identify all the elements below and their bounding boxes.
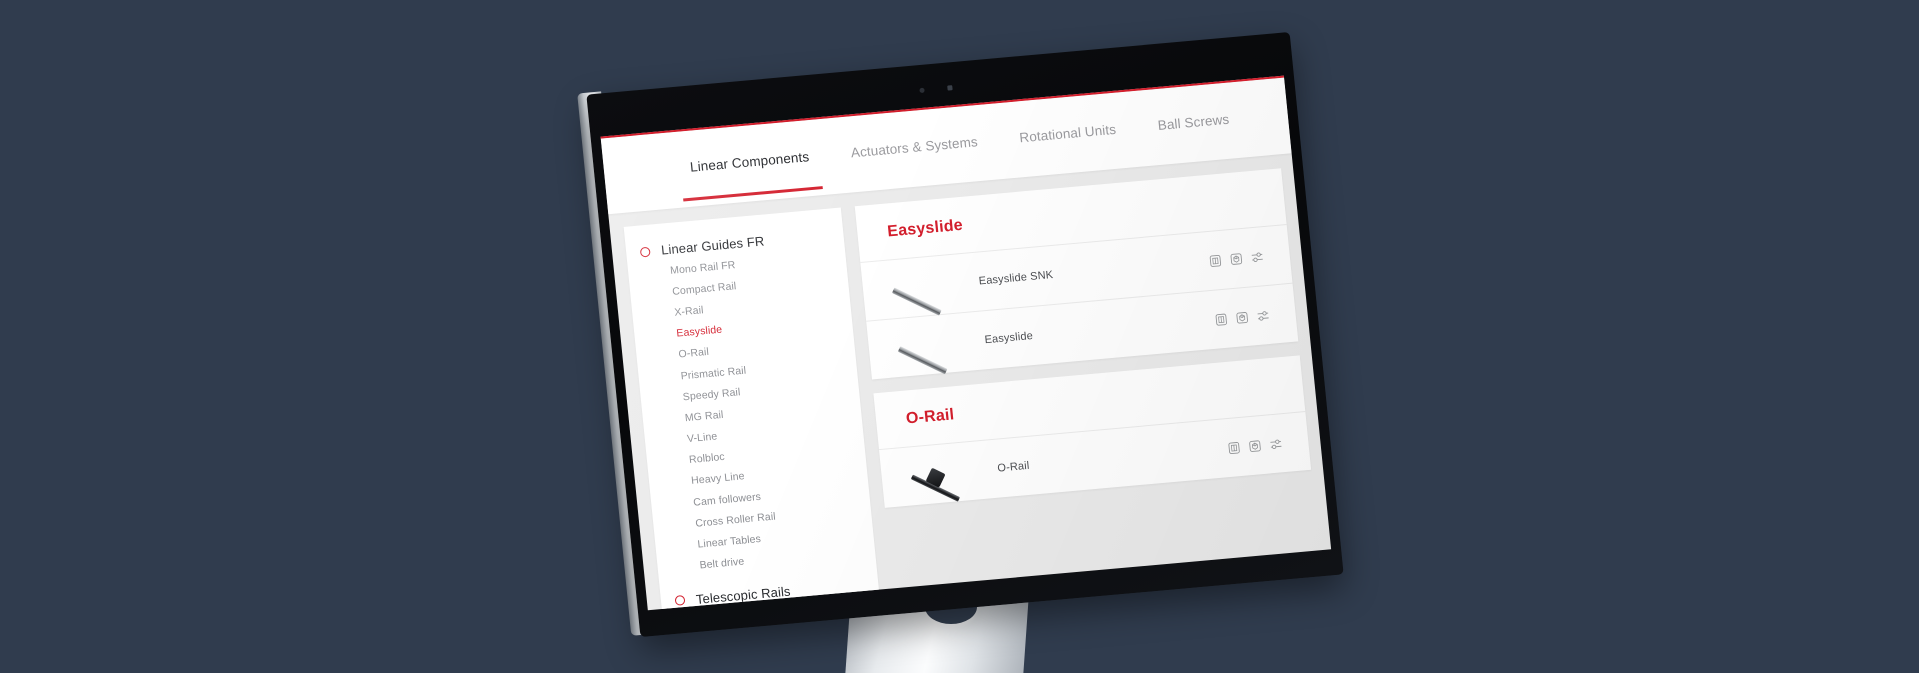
circle-bullet-icon (674, 595, 686, 607)
page-body: Linear Guides FR Mono Rail FR Compact Ra… (608, 153, 1331, 611)
linear-rail-icon (891, 287, 942, 316)
product-thumbnail (891, 323, 957, 375)
configure-icon[interactable] (1256, 308, 1270, 322)
screenshot-scene: Linear Components Actuators & Systems Ro… (0, 0, 1919, 673)
product-thumbnail (885, 264, 951, 316)
cad-model-icon[interactable] (1229, 252, 1243, 266)
tab-label: Ball Screws (1157, 111, 1230, 133)
product-name: O-Rail (996, 459, 1031, 475)
tab-label: Rotational Units (1018, 121, 1117, 145)
row-actions (1214, 308, 1274, 326)
tab-ball-screws[interactable]: Ball Screws (1157, 111, 1230, 136)
datasheet-icon[interactable] (1214, 312, 1228, 326)
product-thumbnail (904, 451, 970, 502)
tab-rotational-units[interactable]: Rotational Units (1019, 121, 1117, 149)
datasheet-icon[interactable] (1227, 440, 1241, 454)
row-actions (1208, 249, 1268, 267)
monitor-bezel: Linear Components Actuators & Systems Ro… (586, 31, 1344, 638)
linear-rail-icon (897, 346, 948, 375)
product-section-easyslide: Easyslide Easyslide SNK Easyslide (854, 168, 1299, 380)
datasheet-icon[interactable] (1208, 253, 1222, 267)
row-actions (1227, 436, 1287, 454)
configure-icon[interactable] (1250, 250, 1264, 264)
browser-viewport: Linear Components Actuators & Systems Ro… (600, 75, 1332, 611)
tab-linear-components[interactable]: Linear Components (689, 149, 810, 179)
cad-model-icon[interactable] (1248, 439, 1262, 453)
circle-bullet-icon (639, 246, 651, 258)
category-sidebar: Linear Guides FR Mono Rail FR Compact Ra… (623, 207, 881, 611)
product-name: Easyslide SNK (978, 268, 1054, 288)
tab-label: Linear Components (689, 148, 810, 175)
tab-actuators-systems[interactable]: Actuators & Systems (850, 134, 979, 164)
product-section-o-rail: O-Rail O-Rail (873, 355, 1312, 508)
monitor-mockup: Linear Components Actuators & Systems Ro… (577, 31, 1344, 638)
product-list: Easyslide Easyslide SNK Easyslide O-Rail… (854, 168, 1320, 590)
product-name: Easyslide (984, 329, 1034, 347)
webcam-indicator-icon (947, 85, 953, 91)
cad-model-icon[interactable] (1235, 310, 1249, 324)
webcam-lens-icon (919, 87, 925, 94)
sidebar-group-label: Telescopic Rails (695, 583, 792, 607)
configure-icon[interactable] (1269, 437, 1283, 451)
tab-label: Actuators & Systems (850, 133, 979, 160)
